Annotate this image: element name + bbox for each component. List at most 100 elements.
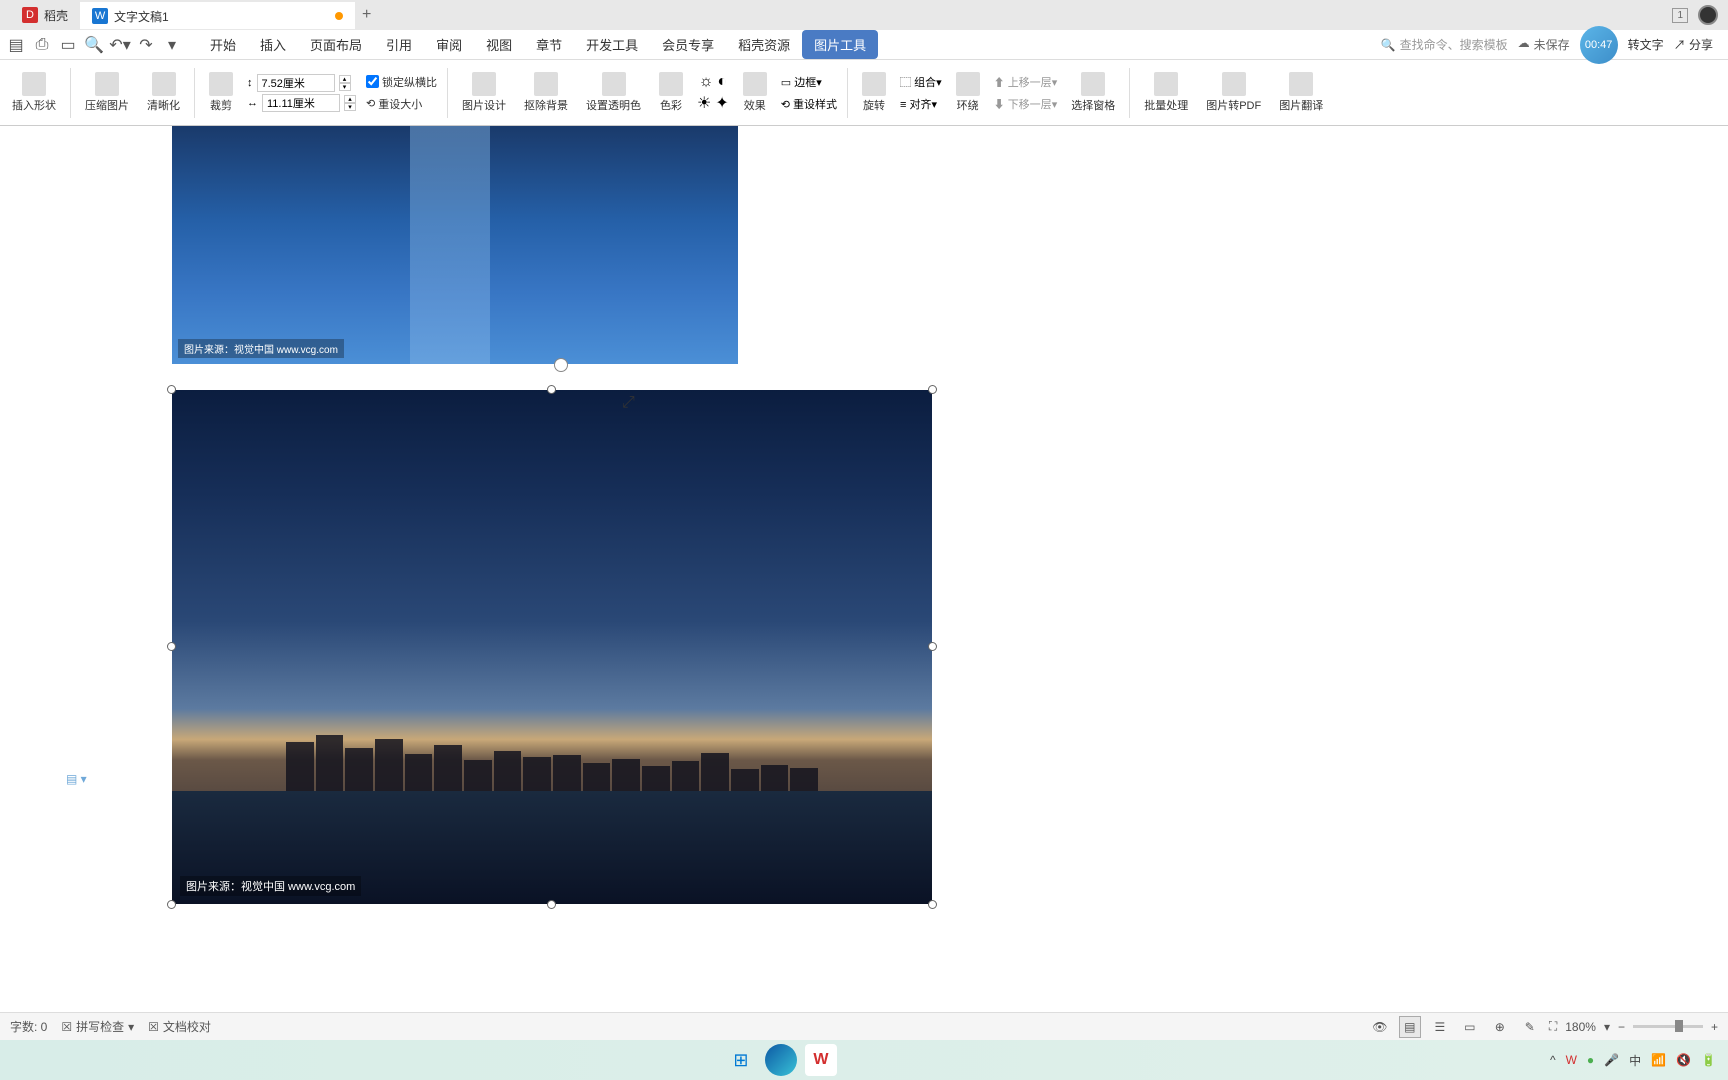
insert-shape-button[interactable]: 插入形状 [8, 72, 60, 113]
eye-icon[interactable]: 👁 [1369, 1016, 1391, 1038]
redo-button[interactable]: ↷ [135, 34, 157, 56]
pen-icon[interactable]: ✎ [1519, 1016, 1541, 1038]
fit-icon[interactable]: ⛶ [1549, 1019, 1557, 1034]
resize-handle-s[interactable] [547, 900, 556, 909]
proofread-button[interactable]: ☒ 文档校对 [148, 1018, 211, 1035]
tab-docer[interactable]: D 稻壳 [10, 3, 80, 28]
menu-layout[interactable]: 页面布局 [298, 30, 374, 59]
menu-insert[interactable]: 插入 [248, 30, 298, 59]
rotate-handle-icon[interactable] [554, 358, 568, 372]
height-down[interactable]: ▾ [339, 83, 351, 91]
height-input[interactable] [257, 74, 335, 92]
reset-style-button[interactable]: ⟲ 重设样式 [781, 96, 837, 112]
clarity-button[interactable]: 清晰化 [143, 72, 184, 113]
crop-button[interactable]: 裁剪 [205, 72, 237, 113]
brightness-icon[interactable]: ☼ [699, 73, 714, 91]
resize-handle-nw[interactable] [167, 385, 176, 394]
resize-handle-se[interactable] [928, 900, 937, 909]
select-pane-button[interactable]: 选择窗格 [1067, 72, 1119, 113]
zoom-dropdown-icon[interactable]: ▾ [1604, 1020, 1610, 1034]
zoom-in-button[interactable]: + [1711, 1020, 1718, 1034]
window-count-badge[interactable]: 1 [1672, 8, 1688, 23]
effect-button[interactable]: 效果 [739, 72, 771, 113]
contrast-icon[interactable]: ◐ [717, 73, 727, 91]
zoom-level[interactable]: 180% [1565, 1020, 1596, 1034]
zoom-thumb[interactable] [1675, 1020, 1683, 1032]
image-1[interactable]: 图片来源：视觉中国 www.vcg.com [172, 126, 738, 364]
wifi-icon[interactable]: 📶 [1651, 1053, 1666, 1067]
compress-button[interactable]: 压缩图片 [81, 72, 133, 113]
to-pdf-button[interactable]: 图片转PDF [1202, 72, 1265, 113]
sun-icon[interactable]: ☀ [697, 93, 711, 113]
move-down-button[interactable]: ⬇ 下移一层▾ [994, 96, 1058, 112]
qat-more-icon[interactable]: ▾ [161, 34, 183, 56]
save-icon[interactable]: ▤ [5, 34, 27, 56]
command-search[interactable]: 🔍 查找命令、搜索模板 [1381, 36, 1508, 53]
group-button[interactable]: ⬚ 组合▾ [900, 74, 942, 90]
layout-options-button[interactable]: ▤ ▾ [66, 772, 87, 786]
new-tab-button[interactable]: + [355, 3, 379, 27]
tab-document[interactable]: W 文字文稿1 [80, 2, 355, 29]
resize-handle-w[interactable] [167, 642, 176, 651]
resize-handle-sw[interactable] [167, 900, 176, 909]
width-down[interactable]: ▾ [344, 103, 356, 111]
pic-design-button[interactable]: 图片设计 [458, 72, 510, 113]
reading-view-icon[interactable]: ▭ [1459, 1016, 1481, 1038]
menu-reference[interactable]: 引用 [374, 30, 424, 59]
menu-chapter[interactable]: 章节 [524, 30, 574, 59]
image-2-selected[interactable]: 图片来源：视觉中国 www.vcg.com [172, 390, 932, 904]
menu-devtools[interactable]: 开发工具 [574, 30, 650, 59]
menu-picture-tools[interactable]: 图片工具 [802, 30, 878, 59]
color-button[interactable]: 色彩 [655, 72, 687, 113]
move-up-button[interactable]: ⬆ 上移一层▾ [994, 74, 1058, 90]
resize-handle-e[interactable] [928, 642, 937, 651]
zoom-slider[interactable] [1633, 1025, 1703, 1028]
rotate-button[interactable]: 旋转 [858, 72, 890, 113]
document-canvas[interactable]: 图片来源：视觉中国 www.vcg.com 图片来源：视觉中国 www.vcg.… [0, 126, 1728, 1012]
remove-bg-button[interactable]: 抠除背景 [520, 72, 572, 113]
web-view-icon[interactable]: ⊕ [1489, 1016, 1511, 1038]
wrap-button[interactable]: 环绕 [952, 72, 984, 113]
print-icon[interactable]: ⎙ [31, 34, 53, 56]
height-up[interactable]: ▴ [339, 75, 351, 83]
tray-green-icon[interactable]: ● [1587, 1053, 1594, 1067]
transparent-button[interactable]: 设置透明色 [582, 72, 645, 113]
page-view-icon[interactable]: ▤ [1399, 1016, 1421, 1038]
mic-icon[interactable]: 🎤 [1604, 1053, 1619, 1067]
undo-button[interactable]: ↶▾ [109, 34, 131, 56]
lock-ratio-checkbox[interactable]: 锁定纵横比 [366, 74, 437, 90]
spellcheck-button[interactable]: ☒ 拼写检查 ▾ [61, 1018, 134, 1035]
moon-icon[interactable]: ✦ [715, 93, 728, 113]
to-text-button[interactable]: 转文字 [1628, 36, 1664, 53]
ime-icon[interactable]: 中 [1629, 1052, 1641, 1069]
word-count[interactable]: 字数: 0 [10, 1018, 47, 1035]
avatar[interactable] [1698, 5, 1718, 25]
battery-icon[interactable]: 🔋 [1701, 1053, 1716, 1067]
wps-icon[interactable]: W [805, 1044, 837, 1076]
outline-view-icon[interactable]: ☰ [1429, 1016, 1451, 1038]
tray-chevron-icon[interactable]: ^ [1550, 1053, 1556, 1067]
menu-member[interactable]: 会员专享 [650, 30, 726, 59]
record-time-badge[interactable]: 00:47 [1580, 26, 1618, 64]
batch-button[interactable]: 批量处理 [1140, 72, 1192, 113]
menu-view[interactable]: 视图 [474, 30, 524, 59]
border-button[interactable]: ▭ 边框▾ [781, 74, 837, 90]
menu-start[interactable]: 开始 [198, 30, 248, 59]
tray-w-icon[interactable]: W [1566, 1053, 1577, 1067]
preview-icon[interactable]: ▭ [57, 34, 79, 56]
translate-button[interactable]: 图片翻译 [1275, 72, 1327, 113]
print-direct-icon[interactable]: 🔍 [83, 34, 105, 56]
start-button[interactable]: ⊞ [725, 1044, 757, 1076]
menu-review[interactable]: 审阅 [424, 30, 474, 59]
resize-handle-n[interactable] [547, 385, 556, 394]
width-input[interactable] [262, 94, 340, 112]
volume-icon[interactable]: 🔇 [1676, 1053, 1691, 1067]
menu-docer-res[interactable]: 稻壳资源 [726, 30, 802, 59]
width-up[interactable]: ▴ [344, 95, 356, 103]
align-button[interactable]: ≡ 对齐▾ [900, 96, 942, 112]
edge-icon[interactable] [765, 1044, 797, 1076]
resize-handle-ne[interactable] [928, 385, 937, 394]
zoom-out-button[interactable]: − [1618, 1020, 1625, 1034]
share-button[interactable]: ↗ 分享 [1674, 36, 1713, 53]
reset-size-button[interactable]: ⟲ 重设大小 [366, 96, 437, 112]
